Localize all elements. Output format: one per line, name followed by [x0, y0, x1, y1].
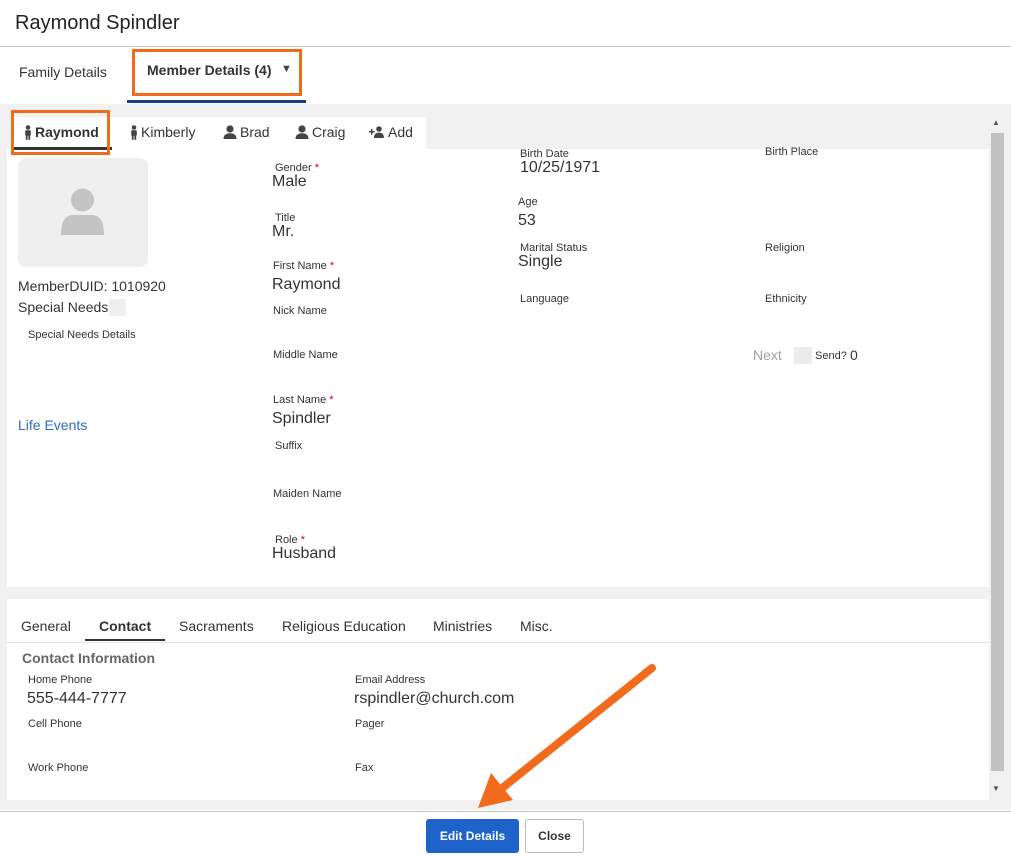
pager-label: Pager: [355, 718, 385, 730]
member-tab-add[interactable]: Add: [369, 124, 413, 140]
send-count: 0: [850, 347, 858, 363]
user-placeholder-icon: [61, 188, 104, 235]
female-person-icon: [131, 124, 137, 140]
role-value: Husband: [272, 545, 337, 562]
language-label: Language: [520, 293, 569, 305]
age-value: 53: [518, 212, 536, 229]
required-mark: *: [329, 394, 334, 406]
birth-date-value: 10/25/1971: [520, 159, 601, 176]
required-mark: *: [329, 260, 335, 272]
send-checkbox[interactable]: [794, 347, 812, 364]
birth-place-label: Birth Place: [765, 146, 819, 158]
member-duid: MemberDUID: 1010920: [18, 278, 166, 294]
member-tab-label: Kimberly: [141, 124, 196, 140]
tab-misc[interactable]: Misc.: [520, 618, 553, 634]
required-mark: *: [314, 162, 320, 174]
tab-ministries[interactable]: Ministries: [433, 618, 492, 634]
subtabs-divider: [7, 642, 989, 643]
tab-sacraments[interactable]: Sacraments: [179, 618, 254, 634]
edit-details-button[interactable]: Edit Details: [426, 819, 519, 853]
ethnicity-label: Ethnicity: [765, 293, 807, 305]
member-tab-craig[interactable]: Craig: [295, 124, 345, 140]
cell-phone-label: Cell Phone: [28, 718, 82, 730]
maiden-name-label: Maiden Name: [273, 488, 342, 500]
member-tab-label: Add: [388, 124, 413, 140]
active-subtab-indicator: [85, 639, 165, 641]
member-tab-kimberly[interactable]: Kimberly: [130, 124, 195, 140]
member-tab-label: Craig: [312, 124, 346, 140]
title-value: Mr.: [272, 223, 295, 240]
highlight-box: [11, 110, 110, 155]
nick-name-label: Nick Name: [273, 305, 327, 317]
fax-label: Fax: [355, 762, 374, 774]
religion-label: Religion: [765, 242, 805, 254]
middle-name-label: Middle Name: [273, 349, 338, 361]
first-name-label: First Name *: [273, 260, 335, 272]
avatar[interactable]: [18, 158, 148, 267]
first-name-value: Raymond: [272, 276, 341, 293]
last-name-label: Last Name *: [273, 394, 334, 406]
email-label: Email Address: [355, 674, 426, 686]
person-icon: [223, 125, 237, 139]
tab-family-details[interactable]: Family Details: [19, 64, 107, 80]
tab-general[interactable]: General: [21, 618, 71, 634]
annotation-arrow-icon: [478, 664, 656, 808]
suffix-label: Suffix: [275, 440, 303, 452]
scroll-up-icon[interactable]: ▲: [992, 118, 1000, 127]
next-label: Next: [753, 347, 782, 363]
age-label: Age: [518, 196, 538, 208]
section-heading: Contact Information: [22, 650, 155, 666]
tab-religious-education[interactable]: Religious Education: [282, 618, 406, 634]
add-person-icon: [369, 126, 384, 138]
special-needs-checkbox[interactable]: [109, 299, 126, 316]
life-events-link[interactable]: Life Events: [18, 417, 87, 433]
member-tab-brad[interactable]: Brad: [223, 124, 270, 140]
marital-status-value: Single: [518, 253, 563, 270]
tab-contact[interactable]: Contact: [99, 618, 151, 634]
special-needs-label: Special Needs: [18, 299, 109, 315]
member-detail-card: [7, 149, 989, 587]
special-needs-details-label: Special Needs Details: [28, 329, 136, 341]
scrollbar-thumb[interactable]: [991, 133, 1004, 771]
home-phone-label: Home Phone: [28, 674, 93, 686]
highlight-box: [132, 49, 302, 96]
close-button[interactable]: Close: [525, 819, 584, 853]
scroll-down-icon[interactable]: ▼: [992, 784, 1000, 793]
header-divider: [0, 46, 1011, 47]
home-phone-value: 555-444-7777: [27, 690, 127, 707]
member-tab-label: Brad: [240, 124, 270, 140]
footer-divider: [0, 811, 1011, 812]
gender-value: Male: [272, 173, 307, 190]
work-phone-label: Work Phone: [28, 762, 89, 774]
active-tab-indicator: [127, 100, 306, 103]
send-label: Send?: [815, 350, 847, 362]
dialog-title: Raymond Spindler: [15, 12, 180, 34]
last-name-value: Spindler: [272, 410, 331, 427]
person-icon: [295, 125, 309, 139]
